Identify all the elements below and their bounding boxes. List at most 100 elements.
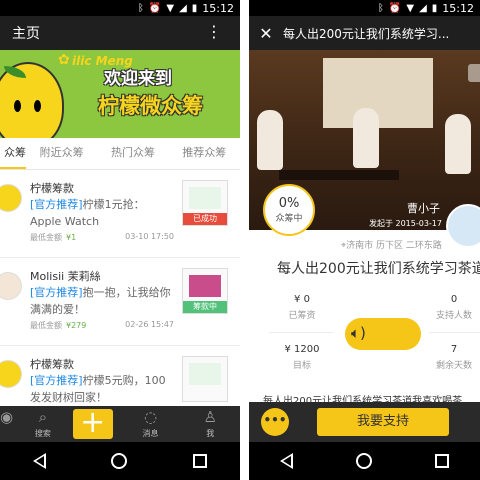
meta-label: 最低金额 [30, 233, 62, 242]
stat-value: ¥ 0 [294, 294, 310, 305]
avatar [0, 184, 22, 212]
item-tag: [官方推荐] [30, 286, 83, 299]
tab-hot[interactable]: 热门众筹 [97, 138, 168, 169]
lemon-mascot [0, 62, 64, 138]
status-badge: 已成功 [183, 213, 227, 225]
banner-line2: 柠檬微众筹 [98, 94, 203, 118]
item-tag: [官方推荐] [30, 198, 83, 211]
nav-me[interactable]: ♙ 我 [180, 406, 240, 442]
list-item[interactable]: Molisii 茉莉絲 [官方推荐]抱一抱，让我给你满满的爱！ 最低金额 ¥279… [0, 258, 240, 346]
avatar [0, 360, 22, 388]
item-meta: 最低金额 ¥279 [30, 320, 86, 331]
tab-recommended[interactable]: 推荐众筹 [169, 138, 240, 169]
item-desc: [官方推荐]柠檬5元购，100发发财树回家！ [30, 372, 172, 406]
location-text: 济南市 历下区 二环东路 [346, 241, 442, 251]
item-amount: ¥279 [66, 321, 87, 330]
nav-messages[interactable]: ◌ 消息 [121, 406, 181, 442]
project-list: 柠檬筹款 [官方推荐]柠檬1元抢：Apple Watch 最低金额 ¥1 03-1… [0, 170, 240, 406]
battery-icon: ▮ [191, 2, 198, 14]
tab-all[interactable]: 众筹 [0, 138, 26, 169]
system-nav-bar [249, 442, 480, 480]
banner-line1: 欢迎来到 [104, 69, 172, 89]
item-desc: [官方推荐]柠檬1元抢：Apple Watch [30, 196, 172, 230]
tab-nearby[interactable]: 附近众筹 [26, 138, 97, 169]
chat-icon[interactable]: ••• [261, 408, 289, 436]
home-circle-icon[interactable] [111, 453, 128, 469]
home-icon: ◉ [0, 408, 14, 426]
stat-label: 支持人数 [435, 311, 472, 321]
item-thumbnail: 已成功 [182, 180, 228, 226]
stat-label: 目标 [292, 361, 311, 371]
share-icon[interactable] [468, 64, 480, 82]
item-thumbnail [182, 356, 228, 402]
category-tabs: 众筹 附近众筹 热门众筹 推荐众筹 [0, 138, 240, 170]
alarm-icon: ⏰ [148, 2, 162, 14]
item-tag: [官方推荐] [30, 374, 83, 387]
signal-icon: ◢ [179, 2, 187, 14]
back-icon[interactable] [280, 453, 294, 469]
overflow-menu-icon[interactable]: ⋮ [206, 24, 222, 40]
stat-value: 7 [450, 344, 458, 355]
progress-circle: 0% 众筹中 [263, 184, 315, 236]
progress-label: 众筹中 [275, 214, 303, 224]
item-amount: ¥1 [66, 233, 77, 242]
stat-label: 剩余天数 [435, 361, 472, 371]
mascot-eye-right [34, 100, 41, 112]
status-time: 15:12 [442, 1, 474, 15]
signal-icon: ◢ [419, 2, 427, 14]
battery-icon: ▮ [431, 2, 438, 14]
wifi-icon: ▼ [406, 2, 415, 14]
stat-raised: ¥ 0 已筹资 [267, 294, 337, 321]
add-project-button[interactable]: + [72, 406, 121, 442]
system-nav-bar [0, 442, 240, 480]
stat-value: ¥ 1200 [284, 344, 320, 355]
project-title: 每人出200元让我们系统学习茶道 [277, 261, 480, 277]
status-badge: 筹款中 [183, 301, 227, 313]
audio-button[interactable]: 🔈︎) [345, 318, 421, 350]
nav-me-label: 我 [206, 429, 215, 438]
recent-apps-icon[interactable] [193, 454, 208, 468]
list-item[interactable]: 柠檬筹款 [官方推荐]柠檬5元购，100发发财树回家！ [0, 346, 240, 406]
stat-label: 已筹资 [288, 311, 316, 321]
location: ⌖济南市 历下区 二环东路 [341, 238, 442, 251]
welcome-banner[interactable]: ✿ ilic Meng 欢迎来到 柠檬微众筹 [0, 50, 240, 138]
wifi-icon: ▼ [166, 2, 175, 14]
item-time: 02-26 15:47 [125, 320, 174, 329]
item-title: Molisii 茉莉絲 [30, 270, 101, 283]
app-bar: 主页 ⋮ [0, 16, 240, 50]
alarm-icon: ⏰ [388, 2, 402, 14]
thumb-image [189, 363, 221, 385]
status-bar: ᛒ ⏰ ▼ ◢ ▮ 15:12 [0, 0, 240, 16]
leaf-shape [4, 66, 26, 78]
nav-home[interactable]: ◉ [0, 406, 13, 442]
start-date: 发起于 2015-03-17 [368, 219, 442, 228]
stat-value: 0 [450, 294, 458, 305]
home-circle-icon[interactable] [355, 453, 372, 469]
item-thumbnail: 筹款中 [182, 268, 228, 314]
detail-title: 每人出200元让我们系统学习... [283, 26, 450, 41]
list-item[interactable]: 柠檬筹款 [官方推荐]柠檬1元抢：Apple Watch 最低金额 ¥1 03-1… [0, 170, 240, 258]
nav-search-label: 搜索 [34, 429, 51, 438]
page-title: 主页 [12, 26, 40, 42]
person-figure [257, 110, 283, 170]
owner-avatar[interactable] [446, 204, 480, 248]
item-title: 柠檬筹款 [30, 182, 74, 195]
back-icon[interactable] [32, 453, 46, 469]
support-button[interactable]: 我要支持 [317, 408, 449, 436]
person-figure [353, 108, 379, 168]
home-screen: ᛒ ⏰ ▼ ◢ ▮ 15:12 主页 ⋮ ✿ ilic Meng 欢迎来到 柠檬… [0, 0, 240, 480]
item-desc: [官方推荐]抱一抱，让我给你满满的爱！ [30, 284, 172, 318]
status-time: 15:12 [202, 1, 234, 15]
chat-icon: ◌ [144, 408, 158, 426]
close-icon[interactable]: ✕ [249, 24, 283, 43]
bluetooth-icon: ᛒ [377, 2, 384, 14]
meta-label: 最低金额 [30, 321, 62, 330]
stat-supporters: 0 支持人数 [419, 294, 480, 321]
divider [240, 0, 249, 480]
tea-table [279, 170, 399, 180]
stat-goal: ¥ 1200 目标 [267, 344, 337, 371]
item-time: 03-10 17:50 [125, 232, 174, 241]
detail-app-bar: ✕ 每人出200元让我们系统学习... [249, 16, 480, 50]
nav-search[interactable]: ⌕ 搜索 [13, 406, 73, 442]
recent-apps-icon[interactable] [434, 454, 449, 468]
